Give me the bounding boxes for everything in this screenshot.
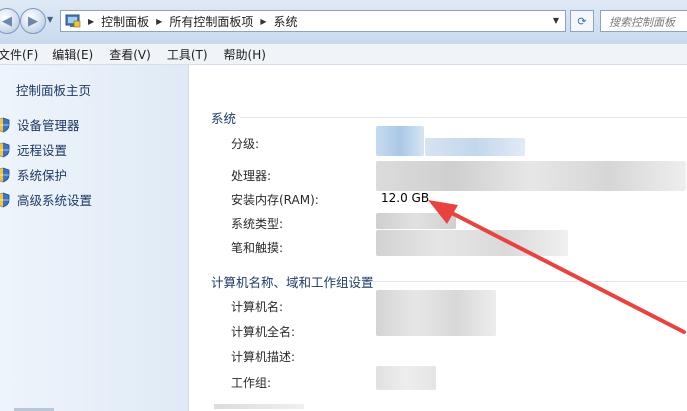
annotation-arrow-icon <box>428 200 686 334</box>
